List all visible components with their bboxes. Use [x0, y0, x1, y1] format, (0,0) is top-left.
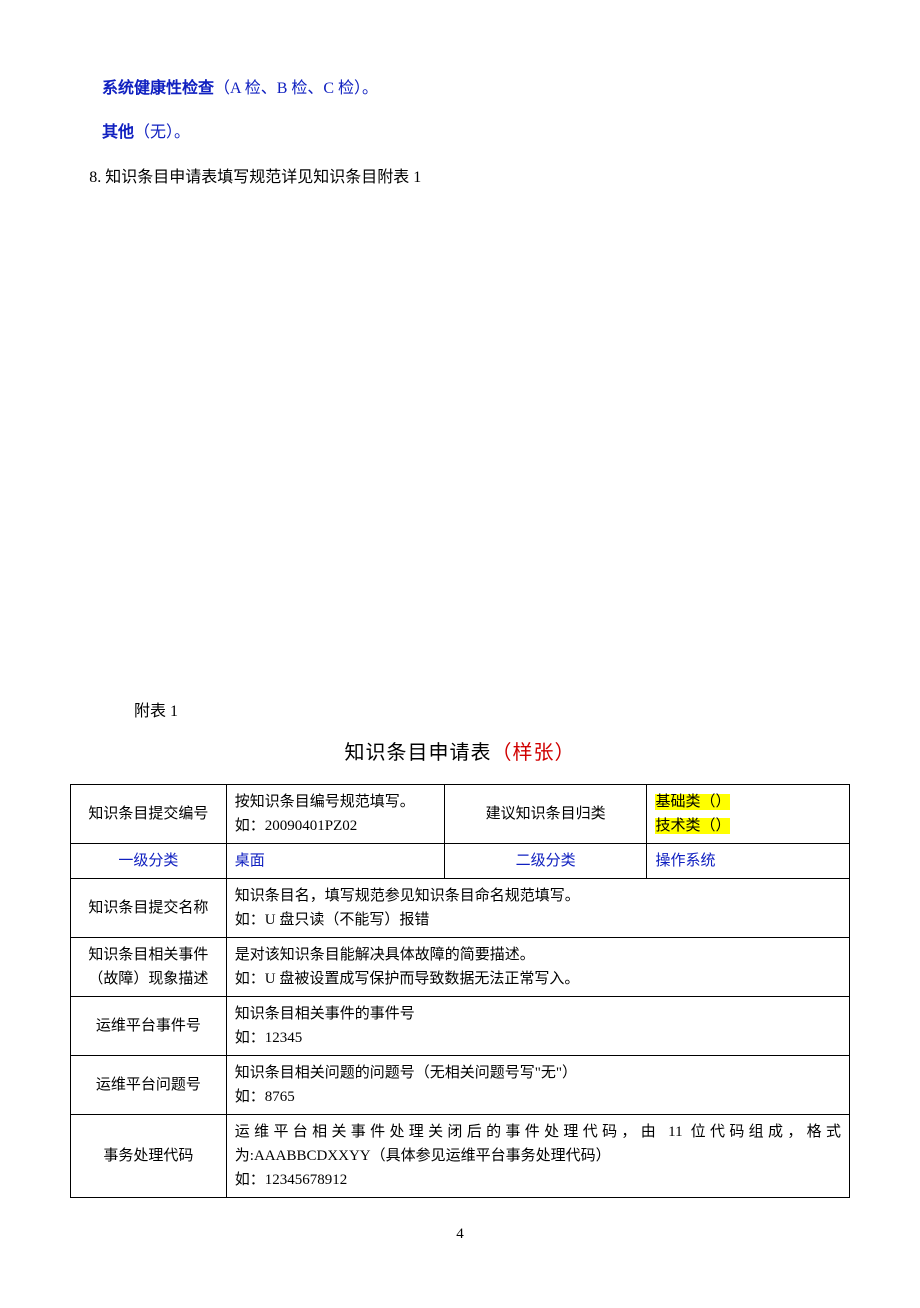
- cell-line: 知识条目相关事件: [79, 943, 218, 967]
- cell-line: 知识条目名，填写规范参见知识条目命名规范填写。: [235, 884, 841, 908]
- table-row: 事务处理代码 运维平台相关事件处理关闭后的事件处理代码，由 11 位代码组成，格…: [71, 1114, 850, 1197]
- cell-line: （故障）现象描述: [79, 967, 218, 991]
- table-title-sample: （样张）: [492, 742, 576, 764]
- system-check-bold: 系统健康性检查: [102, 80, 214, 97]
- cell-problem-id-value: 知识条目相关问题的问题号（无相关问题号写"无"） 如：8765: [226, 1055, 849, 1114]
- cell-line: 按知识条目编号规范填写。: [235, 790, 436, 814]
- cell-line: 知识条目相关事件的事件号: [235, 1002, 841, 1026]
- table-row: 知识条目相关事件 （故障）现象描述 是对该知识条目能解决具体故障的简要描述。 如…: [71, 937, 850, 996]
- other-bold: 其他: [102, 124, 134, 141]
- cell-category-label: 建议知识条目归类: [444, 784, 647, 843]
- table-row: 运维平台事件号 知识条目相关事件的事件号 如：12345: [71, 996, 850, 1055]
- cell-event-desc-value: 是对该知识条目能解决具体故障的简要描述。 如：U 盘被设置成写保护而导致数据无法…: [226, 937, 849, 996]
- cell-line: 如：U 盘被设置成写保护而导致数据无法正常写入。: [235, 967, 841, 991]
- other-rest: （无）。: [134, 124, 190, 141]
- cell-event-id-value: 知识条目相关事件的事件号 如：12345: [226, 996, 849, 1055]
- table-row: 知识条目提交编号 按知识条目编号规范填写。 如：20090401PZ02 建议知…: [71, 784, 850, 843]
- application-form-table: 知识条目提交编号 按知识条目编号规范填写。 如：20090401PZ02 建议知…: [70, 784, 850, 1198]
- table-title-main: 知识条目申请表: [345, 742, 492, 764]
- cell-l2-class-label: 二级分类: [444, 843, 647, 878]
- line-other: 其他（无）。: [70, 118, 850, 148]
- numbered-item-8: 8. 知识条目申请表填写规范详见知识条目附表 1: [70, 163, 850, 193]
- table-title: 知识条目申请表（样张）: [70, 734, 850, 772]
- cell-trans-code-value: 运维平台相关事件处理关闭后的事件处理代码，由 11 位代码组成，格式为:AAAB…: [226, 1114, 849, 1197]
- cell-line: 知识条目相关问题的问题号（无相关问题号写"无"）: [235, 1061, 841, 1085]
- cell-line: 如：U 盘只读（不能写）报错: [235, 908, 841, 932]
- cell-submit-id-value: 按知识条目编号规范填写。 如：20090401PZ02: [226, 784, 444, 843]
- cell-line: 运维平台相关事件处理关闭后的事件处理代码，由 11 位代码组成，格式为:AAAB…: [235, 1120, 841, 1168]
- cell-line: 是对该知识条目能解决具体故障的简要描述。: [235, 943, 841, 967]
- cell-event-desc-label: 知识条目相关事件 （故障）现象描述: [71, 937, 227, 996]
- highlight-basic: 基础类（）: [655, 794, 730, 810]
- table-row: 一级分类 桌面 二级分类 操作系统: [71, 843, 850, 878]
- line-system-check: 系统健康性检查（A 检、B 检、C 检）。: [70, 74, 850, 104]
- cell-l1-class-value: 桌面: [226, 843, 444, 878]
- cell-l2-class-value: 操作系统: [647, 843, 850, 878]
- spacer: [70, 207, 850, 687]
- cell-trans-code-label: 事务处理代码: [71, 1114, 227, 1197]
- cell-event-id-label: 运维平台事件号: [71, 996, 227, 1055]
- cell-submit-name-value: 知识条目名，填写规范参见知识条目命名规范填写。 如：U 盘只读（不能写）报错: [226, 878, 849, 937]
- cell-submit-name-label: 知识条目提交名称: [71, 878, 227, 937]
- cell-submit-id-label: 知识条目提交编号: [71, 784, 227, 843]
- cell-line: 如：20090401PZ02: [235, 814, 436, 838]
- cell-l1-class-label: 一级分类: [71, 843, 227, 878]
- table-row: 运维平台问题号 知识条目相关问题的问题号（无相关问题号写"无"） 如：8765: [71, 1055, 850, 1114]
- cell-line: 如：12345: [235, 1026, 841, 1050]
- table-row: 知识条目提交名称 知识条目名，填写规范参见知识条目命名规范填写。 如：U 盘只读…: [71, 878, 850, 937]
- page-number: 4: [70, 1220, 850, 1249]
- cell-line: 如：8765: [235, 1085, 841, 1109]
- cell-category-value: 基础类（） 技术类（）: [647, 784, 850, 843]
- cell-line: 如：12345678912: [235, 1168, 841, 1192]
- appendix-label: 附表 1: [70, 697, 850, 727]
- cell-problem-id-label: 运维平台问题号: [71, 1055, 227, 1114]
- highlight-tech: 技术类（）: [655, 818, 730, 834]
- system-check-rest: （A 检、B 检、C 检）。: [214, 80, 378, 97]
